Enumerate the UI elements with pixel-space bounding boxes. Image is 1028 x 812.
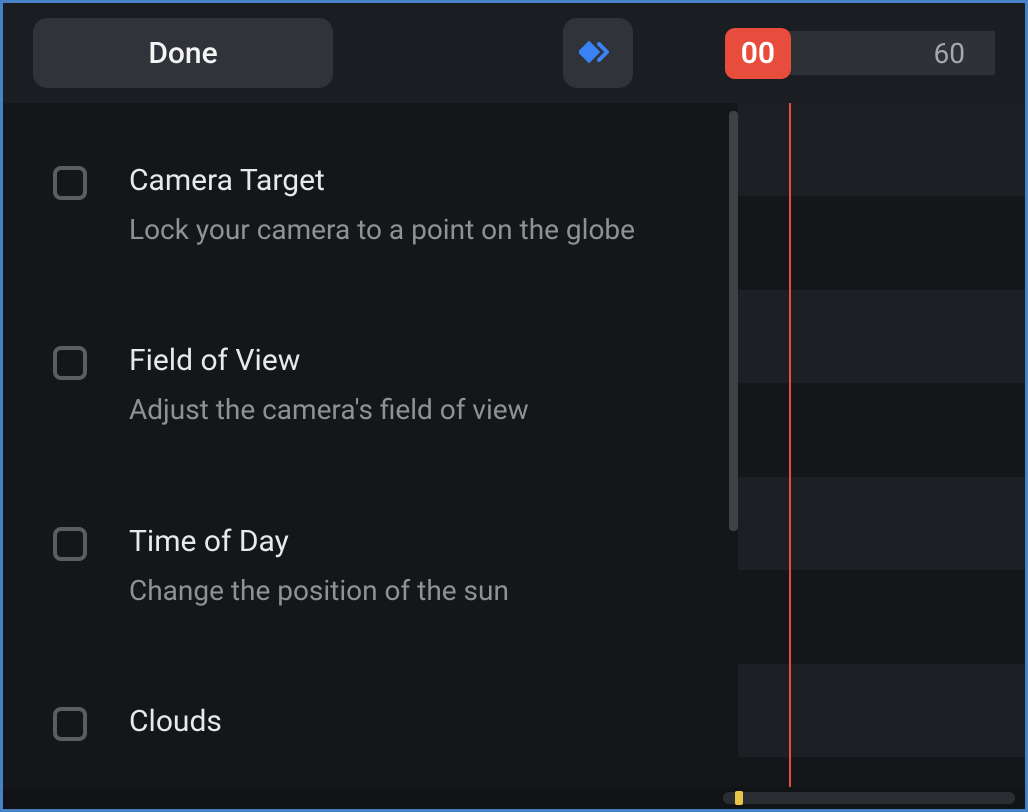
option-row-camera-target[interactable]: Camera Target Lock your camera to a poin…: [3, 128, 738, 308]
option-row-clouds[interactable]: Clouds: [3, 669, 738, 741]
options-scrollbar-thumb[interactable]: [729, 111, 738, 531]
footer-bar: [3, 787, 1025, 809]
option-description: Lock your camera to a point on the globe: [129, 212, 635, 248]
timeline-track[interactable]: [738, 571, 1025, 664]
option-title: Field of View: [129, 343, 529, 378]
option-description: Change the position of the sun: [129, 573, 509, 609]
add-keyframe-button[interactable]: [563, 18, 633, 88]
timeline-track[interactable]: [738, 103, 1025, 197]
timeline-panel[interactable]: [738, 103, 1025, 787]
header-bar: Done 00 60: [3, 3, 1025, 103]
horizontal-scrollbar-track[interactable]: [723, 792, 1015, 804]
timeline-track[interactable]: [738, 664, 1025, 758]
checkbox-time-of-day[interactable]: [53, 527, 87, 561]
horizontal-scrollbar-thumb[interactable]: [735, 791, 743, 805]
option-title: Time of Day: [129, 524, 509, 559]
checkbox-clouds[interactable]: [53, 707, 87, 741]
options-panel[interactable]: Camera Target Lock your camera to a poin…: [3, 103, 738, 787]
time-tick-60: 60: [934, 37, 965, 70]
option-title: Camera Target: [129, 163, 635, 198]
app-frame: Done 00 60 Camera Target Lo: [3, 3, 1025, 809]
timeline-track[interactable]: [738, 384, 1025, 477]
checkbox-camera-target[interactable]: [53, 166, 87, 200]
option-row-field-of-view[interactable]: Field of View Adjust the camera's field …: [3, 308, 738, 488]
time-ruler-segment[interactable]: 60: [785, 31, 995, 75]
option-row-time-of-day[interactable]: Time of Day Change the position of the s…: [3, 489, 738, 669]
timeline-track[interactable]: [738, 197, 1025, 290]
current-time-badge[interactable]: 00: [725, 28, 791, 79]
option-description: Adjust the camera's field of view: [129, 392, 529, 428]
main-content: Camera Target Lock your camera to a poin…: [3, 103, 1025, 787]
timeline-track[interactable]: [738, 758, 1025, 787]
playhead-line[interactable]: [789, 103, 791, 787]
keyframe-icon: [579, 38, 617, 69]
option-title: Clouds: [129, 704, 222, 739]
timeline-ruler[interactable]: 00 60: [725, 28, 995, 79]
checkbox-field-of-view[interactable]: [53, 346, 87, 380]
timeline-track[interactable]: [738, 290, 1025, 384]
timeline-track[interactable]: [738, 477, 1025, 571]
done-button[interactable]: Done: [33, 18, 333, 88]
